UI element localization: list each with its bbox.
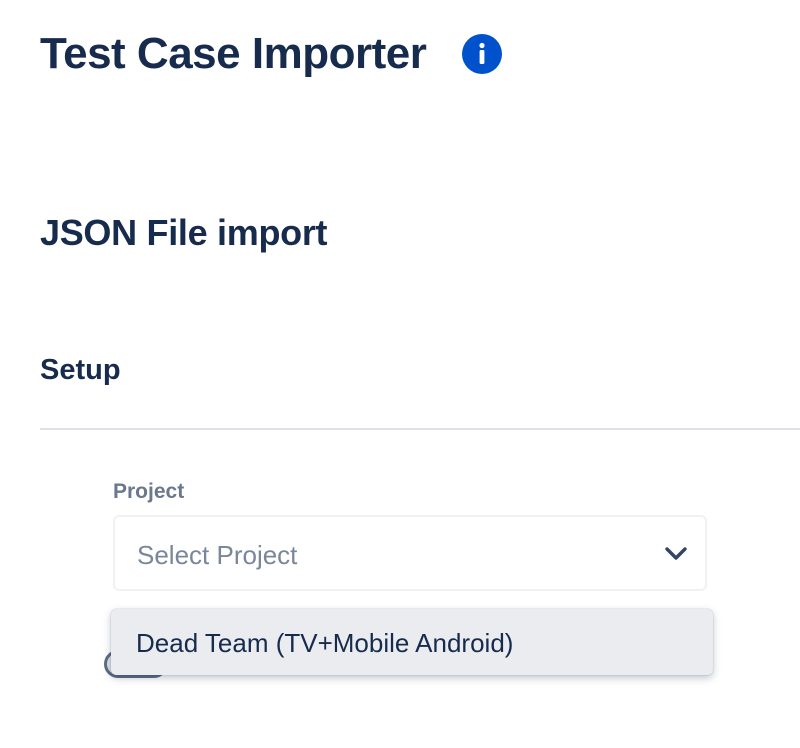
info-icon[interactable] (462, 34, 503, 74)
project-dropdown-menu: Dead Team (TV+Mobile Android) (111, 609, 713, 675)
project-select[interactable]: Select Project (113, 515, 707, 591)
page-title: Test Case Importer (40, 29, 427, 78)
setup-title: Setup (40, 354, 121, 386)
divider (40, 428, 800, 430)
header: Test Case Importer (40, 24, 503, 84)
chevron-down-icon (665, 547, 687, 560)
project-field-label: Project (113, 480, 185, 503)
dropdown-option[interactable]: Dead Team (TV+Mobile Android) (111, 609, 713, 675)
dropdown-option-label: Dead Team (TV+Mobile Android) (136, 628, 514, 658)
info-glyph (479, 42, 485, 64)
page: Test Case Importer JSON File import Setu… (0, 0, 800, 748)
section-title: JSON File import (40, 212, 328, 253)
project-select-placeholder: Select Project (137, 540, 298, 570)
